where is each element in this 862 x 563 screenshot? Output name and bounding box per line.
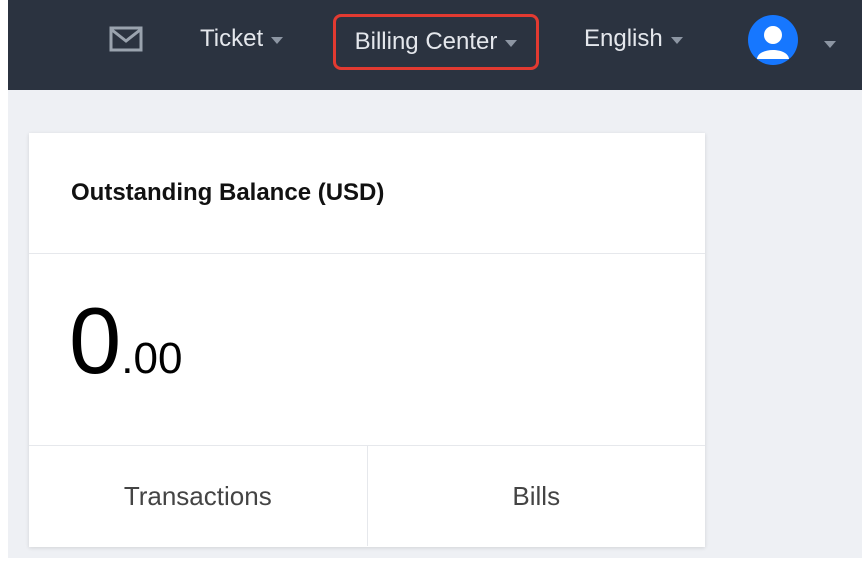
billing-center-menu[interactable]: Billing Center	[333, 14, 539, 70]
language-menu[interactable]: English	[584, 20, 683, 58]
top-navigation-bar: Ticket Billing Center English	[8, 0, 862, 90]
user-menu-caret-down-icon[interactable]	[824, 41, 836, 48]
caret-down-icon	[670, 37, 683, 44]
bills-link[interactable]: Bills	[366, 446, 706, 546]
card-title: Outstanding Balance (USD)	[71, 179, 385, 206]
user-avatar-icon	[757, 26, 789, 59]
card-header: Outstanding Balance (USD)	[29, 133, 705, 254]
balance-section: 0 .00	[29, 254, 705, 446]
transactions-link[interactable]: Transactions	[29, 446, 367, 546]
outstanding-balance-card: Outstanding Balance (USD) 0 .00 Transact…	[29, 133, 705, 547]
balance-amount: 0 .00	[69, 294, 182, 388]
message-center-button[interactable]	[108, 24, 144, 54]
ticket-menu[interactable]: Ticket	[200, 20, 284, 58]
card-footer: Transactions Bills	[29, 446, 705, 546]
language-menu-label: English	[584, 25, 663, 52]
envelope-icon	[109, 26, 143, 52]
user-avatar-button[interactable]	[748, 15, 798, 65]
caret-down-icon	[505, 40, 518, 47]
ticket-menu-label: Ticket	[200, 25, 264, 52]
caret-down-icon	[271, 37, 284, 44]
balance-decimal: .00	[121, 334, 183, 383]
console-screen: Ticket Billing Center English Outstandin…	[8, 0, 862, 558]
balance-integer: 0	[69, 288, 122, 393]
billing-center-menu-label: Billing Center	[354, 28, 498, 55]
